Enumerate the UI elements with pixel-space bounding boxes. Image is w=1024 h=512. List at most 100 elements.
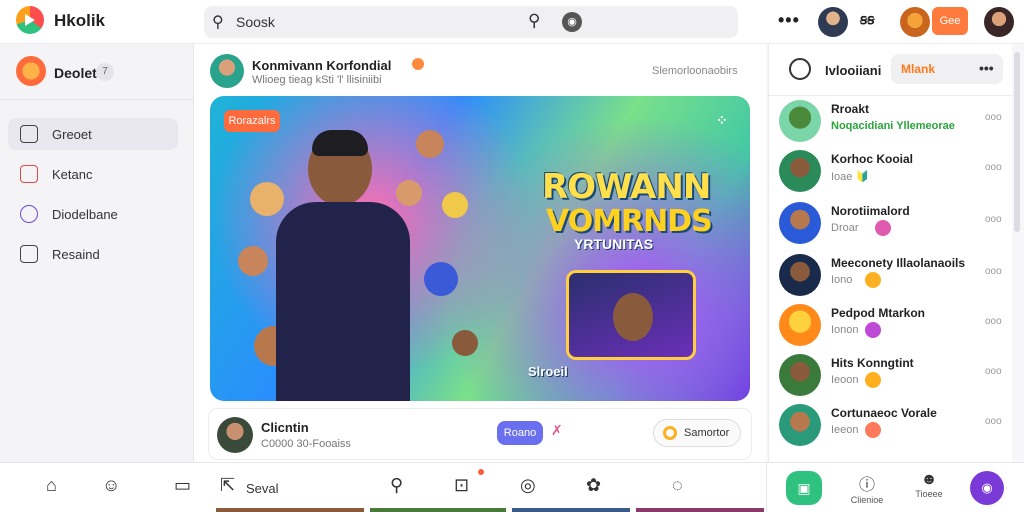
search-submit-icon[interactable]: ⚲ xyxy=(528,11,540,31)
emoji-icon xyxy=(865,272,881,288)
channel-avatar xyxy=(779,304,821,346)
verified-icon xyxy=(412,58,424,70)
top-bar: Hkolik ⚲ Soosk ⚲ ◉ ••• ꞩꞩ Gee xyxy=(0,0,1024,44)
item-options-icon[interactable]: ooo xyxy=(985,214,1002,225)
home-nav-icon[interactable]: ⌂ xyxy=(46,475,57,496)
chat-nav-icon[interactable]: ◌ xyxy=(672,475,683,496)
upgrade-badge[interactable]: Gee xyxy=(932,7,968,35)
search-nav-icon[interactable]: ⚲ xyxy=(390,475,403,496)
post-meta: Slemorloonaobirs xyxy=(652,65,738,77)
friends-nav-item[interactable]: ☻ Tioeee xyxy=(904,471,954,499)
item-options-icon[interactable]: ooo xyxy=(985,316,1002,327)
channel-name: Norotiimalord xyxy=(831,204,910,218)
item-options-icon[interactable]: ooo xyxy=(985,266,1002,277)
item-options-icon[interactable]: ooo xyxy=(985,162,1002,173)
list-item[interactable]: Rroakt Noqacidiani Yllemeorae ooo xyxy=(779,98,1005,144)
channel-status: Ionon xyxy=(831,324,859,336)
profile-nav-button[interactable]: ◉ xyxy=(970,471,1004,505)
hero-tag-badge: Rorazalrs xyxy=(224,110,280,132)
voice-search-icon[interactable]: ◉ xyxy=(562,12,582,32)
follow-button[interactable]: Roano xyxy=(497,421,543,445)
games-nav-icon[interactable]: ☺ xyxy=(102,475,120,496)
bottom-nav: ⌂ ☺ ▭ ⇱ Seval ⚲ ⊡ ◎ ✿ ◌ ▣ ⓘ Clienioe ☻ T… xyxy=(0,462,1024,512)
channel-status: Ioae 🔰 xyxy=(831,171,870,183)
profile-avatar[interactable] xyxy=(984,7,1014,37)
app-root: Hkolik ⚲ Soosk ⚲ ◉ ••• ꞩꞩ Gee Deolet 7 G… xyxy=(0,0,1024,512)
list-item[interactable]: Cortunaeoc Vorale Ieeon ooo xyxy=(779,402,1005,448)
bottom-divider xyxy=(766,463,767,512)
search-input[interactable]: Soosk xyxy=(236,14,275,30)
post-subtitle: Wlioeg tieag kSti 'l' llisiniibi xyxy=(252,74,382,86)
hero-subtitle: YRTUNITAS xyxy=(574,236,654,252)
character-illustration xyxy=(424,262,458,296)
channel-name: Cortunaeoc Vorale xyxy=(831,406,937,420)
sidebar-header: Deolet 7 xyxy=(0,44,194,100)
filter-label: Mlank xyxy=(901,62,936,76)
social-nav-icon[interactable]: ⇱ xyxy=(220,475,235,496)
notification-icon[interactable]: ꞩꞩ xyxy=(860,11,875,28)
channel-status: Ieeon xyxy=(831,424,859,436)
info-icon: ⓘ xyxy=(858,477,875,494)
clips-nav-item[interactable]: ⓘ Clienioe xyxy=(842,471,892,505)
author-name[interactable]: Konmivann Korfondial xyxy=(252,58,391,73)
character-illustration xyxy=(416,130,444,158)
community-nav-icon[interactable]: ✿ xyxy=(586,475,601,496)
more-menu-button[interactable]: ••• xyxy=(778,10,800,31)
channels-icon xyxy=(789,58,811,80)
app-logo-icon[interactable] xyxy=(16,6,44,34)
hero-more-icon[interactable]: ⁘ xyxy=(716,112,728,129)
tablet-face-illustration xyxy=(613,293,653,341)
item-options-icon[interactable]: ooo xyxy=(985,366,1002,377)
list-item[interactable]: Pedpod Mtarkon Ionon ooo xyxy=(779,302,1005,348)
search-bar[interactable]: ⚲ Soosk ⚲ ◉ xyxy=(204,6,738,38)
list-item[interactable]: Norotiimalord Droar ooo xyxy=(779,200,1005,246)
item-options-icon[interactable]: ooo xyxy=(985,112,1002,123)
post-header: Konmivann Korfondial Wlioeg tieag kSti '… xyxy=(194,44,766,96)
channel-name: Rroakt xyxy=(831,102,870,116)
item-options-icon[interactable]: ooo xyxy=(985,416,1002,427)
filter-more-icon[interactable]: ••• xyxy=(979,60,994,76)
hero-video-thumbnail[interactable]: Rorazalrs ⁘ ROWANN VOMRNDS YRTUNITAS Slr… xyxy=(210,96,750,401)
author-avatar[interactable] xyxy=(210,54,244,88)
friends-nav-label: Tioeee xyxy=(915,489,943,499)
sidebar-item-label: Resaind xyxy=(52,247,100,262)
share-button[interactable]: Samortor xyxy=(653,419,741,447)
right-panel-title: Ivlooiiani xyxy=(825,63,882,78)
creator-avatar[interactable] xyxy=(217,417,253,453)
thumbnail-strip xyxy=(512,508,630,512)
social-nav-label[interactable]: Seval xyxy=(246,481,279,496)
creator-name[interactable]: Clicntin xyxy=(261,420,309,435)
channel-status: Noqacidiani Yllemeorae xyxy=(831,120,955,132)
list-item[interactable]: Meeconety Illaolanaoils Iono ooo xyxy=(779,252,1005,298)
reaction-icon[interactable]: ✗ xyxy=(551,422,563,439)
channel-avatar xyxy=(779,150,821,192)
hero-cta-label[interactable]: Slroeil xyxy=(528,364,568,379)
right-panel-filter[interactable]: Mlank ••• xyxy=(891,54,1003,84)
tablet-illustration xyxy=(566,270,696,360)
sidebar-item-saved[interactable]: Ketanc xyxy=(8,158,178,190)
list-item[interactable]: Hits Konngtint Ieoon ooo xyxy=(779,352,1005,398)
user-avatar[interactable] xyxy=(818,7,848,37)
sidebar-item-explore[interactable]: Diodelbane xyxy=(8,198,178,230)
creator-subscribers: C0000 30-Fooaiss xyxy=(261,438,351,450)
channel-avatar xyxy=(779,100,821,142)
emoji-icon xyxy=(875,220,891,236)
sidebar-title: Deolet xyxy=(54,65,97,81)
sidebar-item-history[interactable]: Resaind xyxy=(8,238,178,270)
inbox-nav-icon[interactable]: ⊡ xyxy=(454,475,469,496)
emoji-icon xyxy=(865,322,881,338)
camera-button[interactable]: ▣ xyxy=(786,471,822,505)
clips-nav-label: Clienioe xyxy=(850,495,884,505)
home-icon xyxy=(20,125,38,143)
thumbnail-strip xyxy=(636,508,764,512)
library-nav-icon[interactable]: ▭ xyxy=(174,475,191,496)
location-nav-icon[interactable]: ◎ xyxy=(520,475,536,496)
channel-name: Hits Konngtint xyxy=(831,356,914,370)
right-panel-scrollbar[interactable] xyxy=(1014,52,1020,232)
list-item[interactable]: Korhoc Kooial Ioae 🔰 ooo xyxy=(779,148,1005,194)
mascot-avatar[interactable] xyxy=(900,7,930,37)
sidebar-item-label: Greoet xyxy=(52,127,92,142)
right-panel-header: Ivlooiiani Mlank ••• xyxy=(769,44,1013,96)
sidebar-item-home[interactable]: Greoet xyxy=(8,118,178,150)
character-head xyxy=(308,130,372,206)
